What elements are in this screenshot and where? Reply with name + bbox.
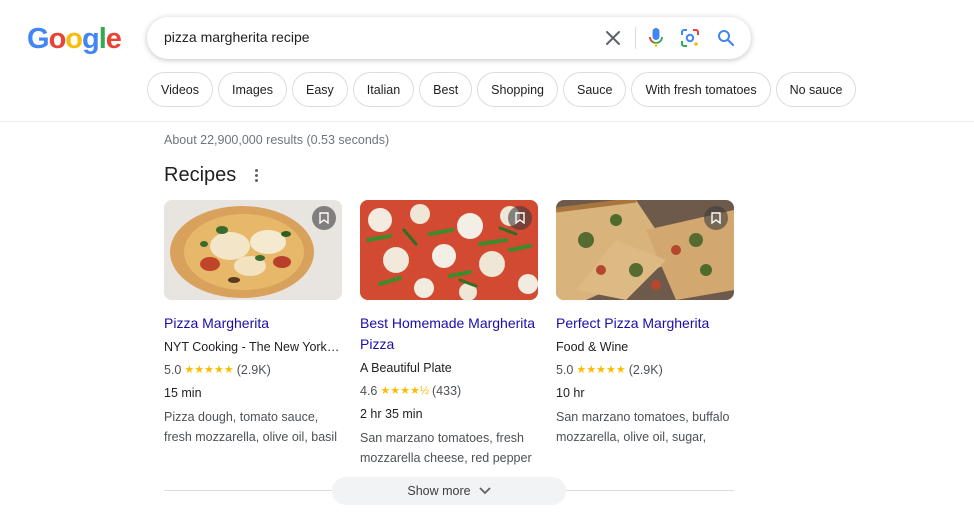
- star-rating-icon: ★★★★½: [380, 385, 430, 397]
- search-input[interactable]: pizza margherita recipe: [164, 29, 310, 45]
- review-count: (2.9K): [236, 363, 271, 377]
- recipe-source: Food & Wine: [556, 340, 629, 354]
- logo-letter: g: [82, 23, 100, 55]
- recipe-rating: 4.6 ★★★★½ (433): [360, 382, 538, 400]
- chip-no-sauce[interactable]: No sauce: [775, 72, 857, 107]
- star-rating-icon: ★★★★★: [576, 364, 626, 376]
- recipe-ingredients: Pizza dough, tomato sauce, fresh mozzare…: [164, 410, 337, 444]
- chevron-down-icon: [478, 484, 491, 498]
- chip-with-fresh-tomatoes[interactable]: With fresh tomatoes: [631, 72, 771, 107]
- show-more-button[interactable]: Show more: [332, 477, 566, 505]
- recipe-time: 2 hr 35 min: [360, 407, 423, 421]
- chip-easy[interactable]: Easy: [292, 72, 348, 107]
- rating-value: 4.6: [360, 384, 378, 398]
- review-count: (433): [432, 384, 462, 398]
- recipe-ingredients: San marzano tomatoes, buffalo mozzarella…: [556, 410, 730, 444]
- chip-shopping[interactable]: Shopping: [477, 72, 558, 107]
- recipe-card[interactable]: Pizza Margherita NYT Cooking - The New Y…: [164, 200, 342, 447]
- logo-letter: e: [105, 23, 122, 55]
- search-icon[interactable]: [714, 26, 738, 50]
- filter-chips: Videos Images Easy Italian Best Shopping…: [147, 72, 857, 107]
- recipes-header: Recipes: [164, 164, 264, 187]
- logo-letter: l: [98, 23, 107, 55]
- recipes-title: Recipes: [164, 164, 237, 186]
- microphone-icon[interactable]: [644, 26, 668, 50]
- star-rating-icon: ★★★★★: [184, 364, 234, 376]
- chip-images[interactable]: Images: [218, 72, 287, 107]
- recipe-card[interactable]: Best Homemade Margherita Pizza A Beautif…: [360, 200, 538, 468]
- rating-value: 5.0: [556, 363, 574, 377]
- recipe-card[interactable]: Perfect Pizza Margherita Food & Wine 5.0…: [556, 200, 734, 447]
- chip-videos[interactable]: Videos: [147, 72, 213, 107]
- result-stats: About 22,900,000 results (0.53 seconds): [164, 133, 390, 147]
- header-divider: [0, 121, 974, 122]
- search-divider: [635, 27, 636, 49]
- recipe-title-link[interactable]: Best Homemade Margherita Pizza: [360, 313, 538, 355]
- logo-letter: G: [27, 23, 50, 55]
- google-logo[interactable]: Google: [27, 22, 122, 56]
- lens-icon[interactable]: [678, 26, 702, 50]
- logo-letter: o: [48, 23, 67, 55]
- bookmark-icon[interactable]: [704, 206, 728, 230]
- recipe-source: NYT Cooking - The New York Times: [164, 340, 342, 354]
- close-icon[interactable]: [601, 26, 625, 50]
- show-more-label: Show more: [407, 484, 471, 498]
- bookmark-icon[interactable]: [312, 206, 336, 230]
- recipe-image[interactable]: [164, 200, 342, 300]
- logo-letter: o: [65, 23, 83, 55]
- recipe-source: A Beautiful Plate: [360, 361, 452, 375]
- chip-italian[interactable]: Italian: [352, 72, 415, 107]
- chip-best[interactable]: Best: [419, 72, 473, 107]
- recipe-title-link[interactable]: Pizza Margherita: [164, 313, 342, 334]
- recipe-time: 15 min: [164, 386, 202, 400]
- recipe-image[interactable]: [360, 200, 538, 300]
- recipe-rating: 5.0 ★★★★★ (2.9K): [164, 361, 342, 379]
- search-box[interactable]: pizza margherita recipe: [147, 17, 751, 59]
- chip-sauce[interactable]: Sauce: [563, 72, 627, 107]
- recipe-rating: 5.0 ★★★★★ (2.9K): [556, 361, 734, 379]
- review-count: (2.9K): [628, 363, 663, 377]
- recipe-title-link[interactable]: Perfect Pizza Margherita: [556, 313, 734, 334]
- bookmark-icon[interactable]: [508, 206, 532, 230]
- rating-value: 5.0: [164, 363, 182, 377]
- recipe-time: 10 hr: [556, 386, 585, 400]
- recipe-ingredients: San marzano tomatoes, fresh mozzarella c…: [360, 431, 532, 465]
- more-options-icon[interactable]: [248, 166, 264, 186]
- recipe-image[interactable]: [556, 200, 734, 300]
